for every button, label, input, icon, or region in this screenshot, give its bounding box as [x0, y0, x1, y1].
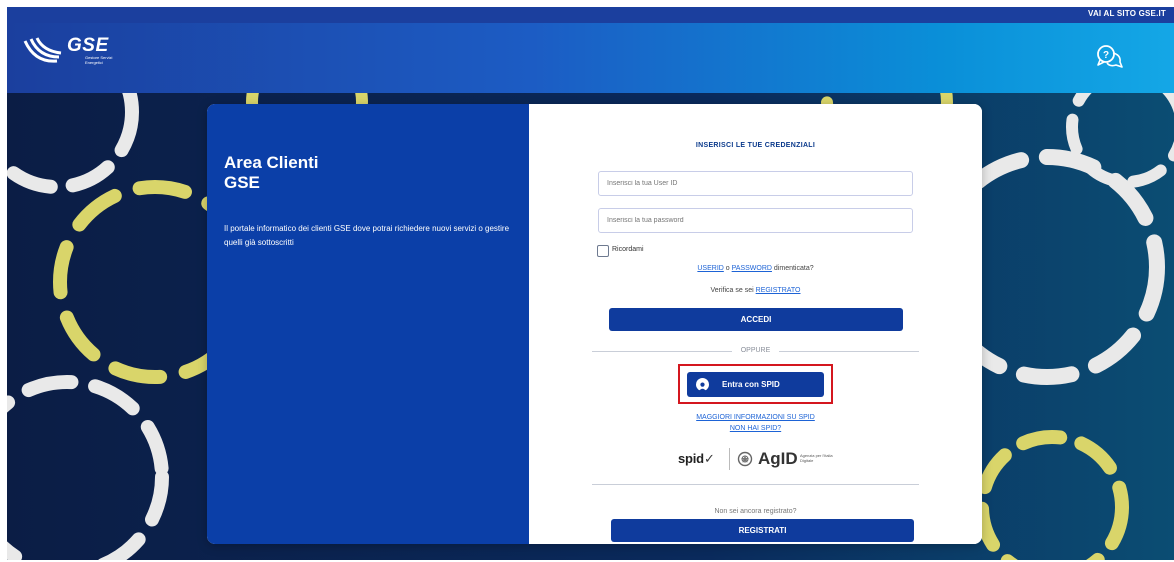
not-registered-text: Non sei ancora registrato?: [714, 508, 797, 515]
login-button[interactable]: ACCEDI: [609, 308, 903, 331]
republic-emblem-icon: [737, 451, 753, 467]
logos-divider: [729, 448, 730, 470]
remember-label: Ricordami: [612, 246, 644, 253]
no-spid-link[interactable]: NON HAI SPID?: [529, 425, 982, 432]
user-icon-glyph: [698, 382, 707, 391]
user-icon: [696, 378, 709, 391]
spid-logo: spid✓: [678, 451, 715, 467]
forgot-suffix: dimenticata?: [773, 265, 814, 272]
spid-logo-text: spid: [678, 451, 704, 466]
forgot-password-link[interactable]: PASSWORD: [732, 265, 772, 272]
gse-logo-mark-icon: [23, 37, 62, 63]
area-title-line1: Area Clienti: [224, 153, 319, 172]
agid-subtitle: Agenzia per l'Italia Digitale: [800, 453, 833, 463]
area-title-line2: GSE: [224, 173, 260, 192]
remember-checkbox[interactable]: [597, 245, 609, 257]
spid-button-label: Entra con SPID: [722, 380, 780, 389]
intro-panel: Area Clienti GSE Il portale informatico …: [207, 104, 529, 544]
gse-logo[interactable]: GSE Gestore Servizi Energetici: [23, 35, 123, 69]
logo-subtitle: Gestore Servizi Energetici: [85, 55, 113, 65]
password-input[interactable]: [598, 208, 913, 233]
svg-text:?: ?: [1103, 50, 1109, 61]
forgot-credentials-text: USERID o PASSWORD dimenticata?: [529, 265, 982, 272]
spid-logo-check: ✓: [703, 451, 715, 466]
go-to-site-link[interactable]: VAI AL SITO GSE.IT: [1088, 9, 1166, 18]
page-background: VAI AL SITO GSE.IT GSE Gestore Servizi E…: [7, 7, 1174, 560]
login-panel: INSERISCI LE TUE CREDENZIALI Ricordami U…: [529, 104, 982, 544]
forgot-connector: o: [725, 265, 730, 272]
spid-login-button[interactable]: Entra con SPID: [687, 372, 824, 397]
userid-input[interactable]: [598, 171, 913, 196]
agid-logo: AgID: [758, 449, 798, 468]
header-bar: VAI AL SITO GSE.IT GSE Gestore Servizi E…: [7, 7, 1174, 93]
area-description: Il portale informatico dei clienti GSE d…: [224, 224, 510, 247]
spid-more-info-link[interactable]: MAGGIORI INFORMAZIONI SU SPID: [529, 414, 982, 421]
forgot-userid-link[interactable]: USERID: [697, 265, 723, 272]
help-chat-icon[interactable]: ?: [1095, 43, 1123, 71]
separator-right: [779, 351, 919, 352]
area-title: Area Clienti GSE: [224, 153, 318, 193]
verify-registered-link[interactable]: REGISTRATO: [756, 287, 801, 294]
top-strip: VAI AL SITO GSE.IT: [7, 7, 1174, 23]
verify-prefix: Verifica se sei: [710, 287, 754, 294]
partner-logos: spid✓ AgID Agenzia per l'Italia Digitale: [672, 446, 842, 472]
register-button[interactable]: REGISTRATI: [611, 519, 914, 542]
login-card: Area Clienti GSE Il portale informatico …: [207, 104, 982, 544]
separator-bottom: [592, 484, 919, 485]
logo-text: GSE: [67, 35, 109, 56]
verify-registration-text: Verifica se sei REGISTRATO: [529, 287, 982, 294]
form-title: INSERISCI LE TUE CREDENZIALI: [695, 142, 816, 149]
